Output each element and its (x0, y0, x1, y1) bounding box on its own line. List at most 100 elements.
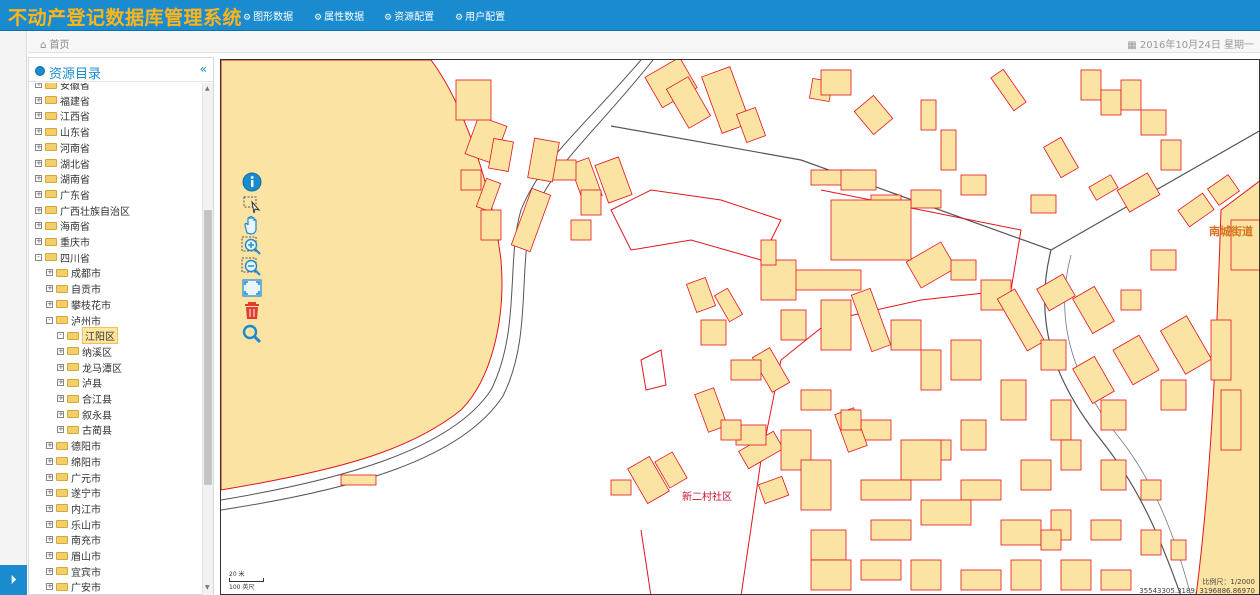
expand-node-icon[interactable]: + (57, 347, 64, 355)
building-parcel[interactable] (800, 389, 832, 411)
building-parcel[interactable] (960, 569, 1002, 591)
expand-node-icon[interactable]: + (35, 222, 42, 230)
building-parcel[interactable] (1210, 319, 1232, 381)
tree-node[interactable]: - 泸州市 (46, 313, 101, 328)
building-parcel[interactable] (455, 79, 492, 121)
building-parcel[interactable] (340, 474, 377, 486)
building-parcel[interactable] (890, 319, 922, 351)
delete-trash-icon[interactable] (241, 300, 263, 320)
scroll-up-arrow-icon[interactable]: ▲ (205, 85, 210, 92)
tree-scrollbar[interactable]: ▲ ▼ (202, 83, 213, 595)
building-parcel[interactable] (1080, 69, 1102, 101)
expand-node-icon[interactable]: + (46, 473, 53, 481)
building-parcel[interactable] (905, 241, 957, 289)
tree-node[interactable]: + 山东省 (35, 124, 90, 139)
building-parcel[interactable] (820, 299, 852, 351)
building-parcel[interactable] (940, 129, 957, 171)
expand-node-icon[interactable]: + (46, 269, 53, 277)
expand-node-icon[interactable]: + (57, 363, 64, 371)
full-extent-icon[interactable] (241, 278, 263, 298)
tree-node[interactable]: + 古蔺县 (57, 422, 112, 437)
expand-node-icon[interactable]: + (35, 83, 42, 88)
expand-node-icon[interactable]: + (46, 504, 53, 512)
collapse-node-icon[interactable]: - (57, 332, 64, 340)
scroll-down-arrow-icon[interactable]: ▼ (205, 584, 210, 591)
expand-node-icon[interactable]: + (46, 552, 53, 559)
building-parcel[interactable] (960, 479, 1002, 501)
building-parcel[interactable] (1036, 273, 1076, 312)
tree-node[interactable]: + 安徽省 (35, 83, 90, 92)
building-parcel[interactable] (860, 419, 892, 441)
tree-node[interactable]: + 成都市 (46, 265, 101, 280)
tree-node[interactable]: + 泸县 (57, 375, 102, 390)
expand-node-icon[interactable]: + (35, 159, 42, 167)
building-parcel[interactable] (580, 189, 602, 216)
building-parcel[interactable] (910, 559, 942, 591)
tree-node[interactable]: + 河南省 (35, 140, 90, 155)
building-parcel[interactable] (1100, 399, 1127, 431)
expand-node-icon[interactable]: + (46, 457, 53, 465)
building-parcel[interactable] (820, 69, 852, 96)
building-parcel[interactable] (1020, 459, 1052, 491)
tree-node[interactable]: + 攀枝花市 (46, 297, 111, 312)
building-parcel[interactable] (810, 559, 852, 591)
tree-node[interactable]: + 纳溪区 (57, 344, 112, 359)
expand-node-icon[interactable]: + (35, 238, 42, 245)
expand-node-icon[interactable]: + (35, 96, 42, 104)
building-parcel[interactable] (800, 459, 832, 511)
building-parcel[interactable] (1000, 379, 1027, 421)
building-parcel[interactable] (610, 479, 632, 496)
tree-node[interactable]: - 江阳区 (57, 327, 118, 345)
search-icon[interactable] (241, 324, 263, 344)
building-parcel[interactable] (1030, 194, 1057, 214)
tree-node[interactable]: + 广元市 (46, 470, 101, 485)
tree-node[interactable]: + 德阳市 (46, 438, 101, 453)
collapse-node-icon[interactable]: - (46, 316, 53, 324)
expand-node-icon[interactable]: + (46, 489, 53, 497)
building-parcel[interactable] (870, 519, 912, 541)
building-parcel[interactable] (840, 409, 862, 431)
building-parcel[interactable] (480, 209, 502, 241)
building-parcel[interactable] (860, 559, 902, 581)
building-parcel[interactable] (920, 99, 937, 131)
building-parcel[interactable] (1140, 109, 1167, 136)
tree-node[interactable]: + 眉山市 (46, 548, 101, 563)
expand-node-icon[interactable]: + (35, 128, 42, 136)
expand-panel-button[interactable]: ⏵ (0, 565, 27, 595)
building-parcel[interactable] (1090, 519, 1122, 541)
expand-node-icon[interactable]: + (35, 175, 42, 183)
building-parcel[interactable] (1100, 459, 1127, 491)
building-parcel[interactable] (1100, 569, 1132, 591)
building-parcel[interactable] (1177, 192, 1215, 228)
building-parcel[interactable] (720, 419, 742, 441)
tree-node[interactable]: + 绵阳市 (46, 454, 101, 469)
building-parcel[interactable] (840, 169, 877, 191)
building-parcel[interactable] (700, 319, 727, 346)
building-parcel[interactable] (460, 169, 482, 191)
expand-node-icon[interactable]: + (46, 567, 53, 575)
building-parcel[interactable] (910, 189, 942, 209)
building-parcel[interactable] (1060, 559, 1092, 591)
building-parcel[interactable] (1060, 439, 1082, 471)
building-parcel[interactable] (950, 339, 982, 381)
map-canvas[interactable] (221, 60, 1260, 595)
select-icon[interactable] (241, 194, 263, 214)
building-parcel[interactable] (990, 68, 1027, 112)
building-parcel[interactable] (1112, 334, 1160, 386)
building-parcel[interactable] (570, 219, 592, 241)
tree-node[interactable]: + 江西省 (35, 108, 90, 123)
collapse-node-icon[interactable]: - (35, 253, 42, 261)
building-parcel[interactable] (1088, 174, 1119, 201)
expand-node-icon[interactable]: + (57, 410, 64, 418)
expand-node-icon[interactable]: + (35, 112, 42, 120)
expand-node-icon[interactable]: + (46, 442, 53, 450)
building-parcel[interactable] (730, 359, 762, 381)
tree-node[interactable]: + 福建省 (35, 93, 90, 108)
building-parcel[interactable] (1120, 289, 1142, 311)
building-parcel[interactable] (1159, 315, 1213, 375)
expand-node-icon[interactable]: + (46, 300, 53, 308)
building-parcel[interactable] (1010, 559, 1042, 591)
nav-attribute-data[interactable]: ⚙ 属性数据 (314, 8, 364, 23)
building-parcel[interactable] (1072, 355, 1115, 405)
tree-node[interactable]: + 广安市 (46, 579, 101, 594)
